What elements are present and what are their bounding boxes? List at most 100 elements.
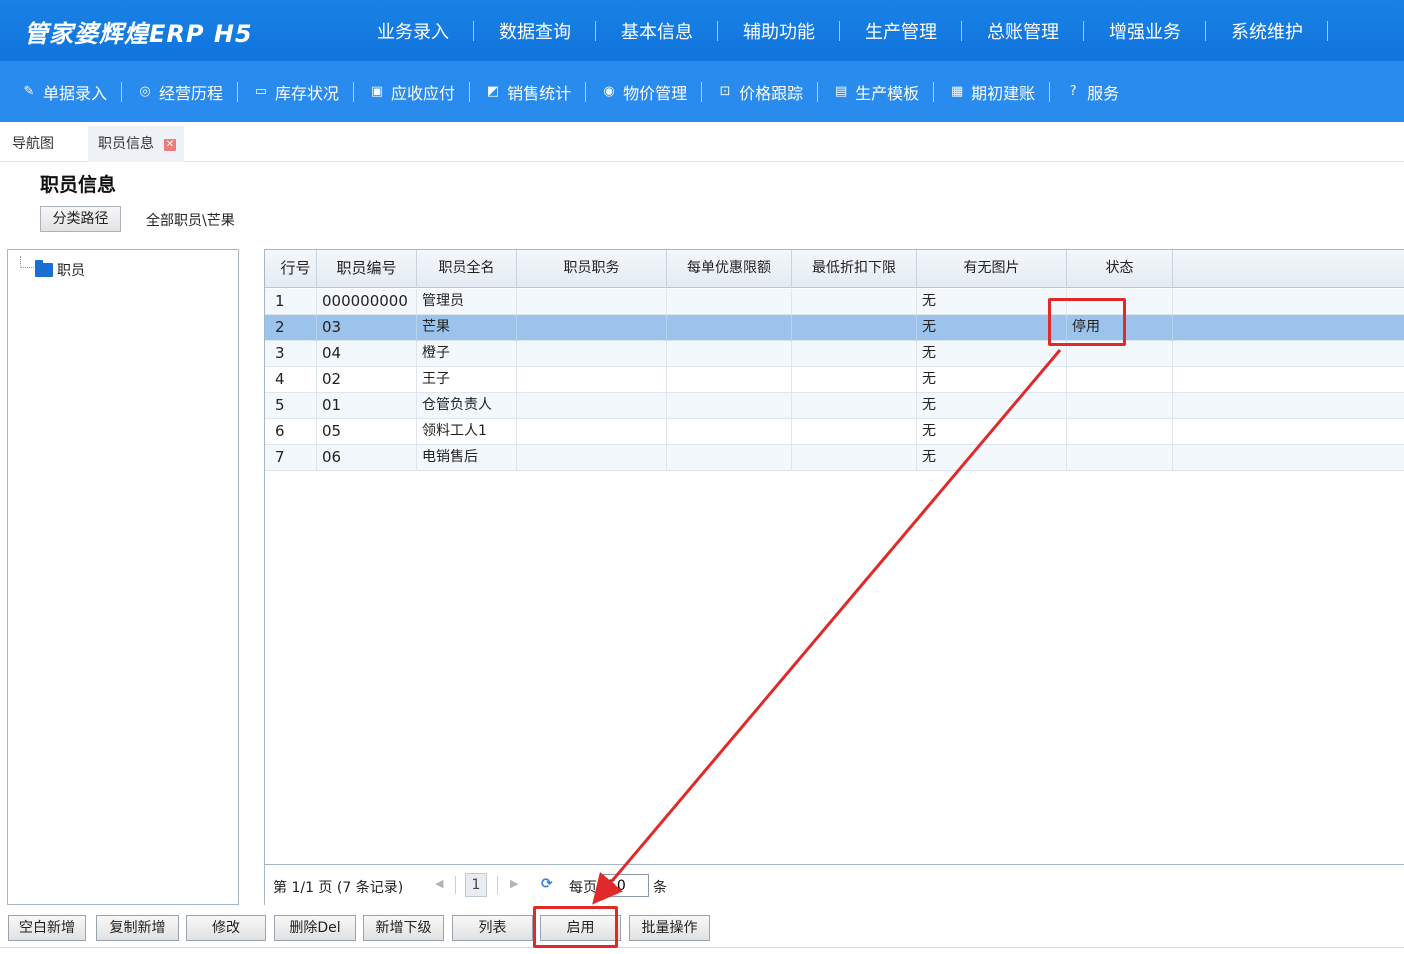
tab-strip: 导航图 职员信息 ✕ (0, 122, 1404, 162)
cell-row-number: 4 (265, 367, 317, 393)
cell-status (1067, 393, 1173, 419)
staff-table: 行号 职员编号 职员全名 职员职务 每单优惠限额 最低折扣下限 有无图片 状态 … (264, 249, 1404, 906)
check-circle-icon: ◎ (139, 84, 151, 99)
folder-icon (35, 260, 53, 277)
add-child-button[interactable]: 新增下级 (363, 915, 444, 941)
bottom-divider (0, 947, 1404, 948)
sub-menu-item-price-management[interactable]: ◉ 物价管理 (586, 80, 703, 104)
cell-full-name: 电销售后 (417, 445, 517, 471)
page-number[interactable]: 1 (465, 873, 487, 897)
category-tree: 职员 (7, 249, 239, 905)
per-page-unit: 条 (653, 880, 667, 896)
cell-status (1067, 445, 1173, 471)
sub-menu-item-sales-stats[interactable]: ◩ 销售统计 (470, 80, 587, 104)
sub-menu-item-business-history[interactable]: ◎ 经营历程 (122, 80, 239, 104)
column-header-has-picture[interactable]: 有无图片 (917, 250, 1067, 288)
cell-staff-code: 04 (317, 341, 417, 367)
copy-new-button[interactable]: 复制新增 (96, 915, 179, 941)
table-row[interactable]: 3 04 橙子 无 (265, 341, 1404, 367)
sub-menu-label: 期初建账 (971, 83, 1036, 103)
cell-row-number: 7 (265, 445, 317, 471)
main-menu-item-production[interactable]: 生产管理 (840, 18, 962, 44)
cell-position (517, 341, 667, 367)
cell-has-picture: 无 (917, 289, 1067, 315)
table-row[interactable]: 1 000000000 管理员 无 (265, 289, 1404, 315)
cell-full-name: 领料工人1 (417, 419, 517, 445)
cell-full-name: 橙子 (417, 341, 517, 367)
enable-button[interactable]: 启用 (540, 915, 621, 941)
blank-new-button[interactable]: 空白新增 (8, 915, 86, 941)
cell-row-number: 5 (265, 393, 317, 419)
column-header-position[interactable]: 职员职务 (517, 250, 667, 288)
table-row[interactable]: 7 06 电销售后 无 (265, 445, 1404, 471)
cell-min-discount (792, 419, 917, 445)
sub-menu-label: 应收应付 (391, 83, 456, 103)
pager-divider (497, 876, 498, 894)
main-menu-item-assist[interactable]: 辅助功能 (718, 18, 840, 44)
cell-staff-code: 05 (317, 419, 417, 445)
column-header-full-name[interactable]: 职员全名 (417, 250, 517, 288)
receivable-icon: ▣ (370, 84, 384, 99)
main-menu-item-enhanced[interactable]: 增强业务 (1084, 18, 1206, 44)
cell-status: 停用 (1067, 315, 1173, 341)
table-row[interactable]: 5 01 仓管负责人 无 (265, 393, 1404, 419)
tree-node-staff[interactable]: 职员 (35, 260, 85, 280)
sub-menu-item-opening-account[interactable]: ▦ 期初建账 (934, 80, 1051, 104)
cell-has-picture: 无 (917, 393, 1067, 419)
table-row[interactable]: 6 05 领料工人1 无 (265, 419, 1404, 445)
delete-button[interactable]: 删除Del (274, 915, 356, 941)
edit-button[interactable]: 修改 (186, 915, 266, 941)
cell-staff-code: 06 (317, 445, 417, 471)
main-menu-item-ledger[interactable]: 总账管理 (962, 18, 1084, 44)
sub-menu-item-document-entry[interactable]: ✎ 单据录入 (6, 80, 123, 104)
main-menu-item-entry[interactable]: 业务录入 (352, 18, 474, 44)
cell-min-discount (792, 367, 917, 393)
tree-connector (20, 256, 34, 268)
table-row[interactable]: 4 02 王子 无 (265, 367, 1404, 393)
tracking-icon: ⊡ (719, 84, 731, 99)
sub-menu-item-service[interactable]: ? 服务 (1050, 80, 1134, 104)
cell-position (517, 445, 667, 471)
category-path-button[interactable]: 分类路径 (40, 206, 121, 232)
sub-menu-label: 物价管理 (623, 83, 688, 103)
cell-min-discount (792, 445, 917, 471)
cell-discount-limit (667, 289, 792, 315)
sub-menu-label: 库存状况 (275, 83, 340, 103)
sub-menu-item-stock-status[interactable]: ▭ 库存状况 (238, 80, 355, 104)
table-row-selected[interactable]: 2 03 芒果 无 停用 (265, 315, 1404, 341)
column-header-min-discount[interactable]: 最低折扣下限 (792, 250, 917, 288)
column-header-row-number[interactable]: 行号 (265, 250, 317, 288)
cell-min-discount (792, 341, 917, 367)
tab-navigation[interactable]: 导航图 (2, 126, 64, 162)
cell-position (517, 367, 667, 393)
next-page-icon[interactable]: ▶ (510, 877, 518, 890)
refresh-icon[interactable]: ⟳ (541, 876, 553, 892)
main-menu-item-system[interactable]: 系统维护 (1206, 18, 1328, 44)
batch-operation-button[interactable]: 批量操作 (629, 915, 710, 941)
cell-has-picture: 无 (917, 367, 1067, 393)
cell-discount-limit (667, 445, 792, 471)
page-summary: 第 1/1 页 (7 条记录) (273, 880, 404, 896)
prev-page-icon[interactable]: ◀ (435, 877, 443, 890)
cell-row-number: 6 (265, 419, 317, 445)
cell-full-name: 芒果 (417, 315, 517, 341)
main-menu-item-query[interactable]: 数据查询 (474, 18, 596, 44)
per-page-input[interactable] (601, 874, 649, 897)
column-header-status[interactable]: 状态 (1067, 250, 1173, 288)
tab-staff-info[interactable]: 职员信息 ✕ (88, 126, 184, 162)
cell-staff-code: 000000000 (317, 289, 417, 315)
close-icon[interactable]: ✕ (164, 139, 176, 151)
price-icon: ◉ (603, 84, 615, 99)
cell-has-picture: 无 (917, 445, 1067, 471)
column-header-staff-code[interactable]: 职员编号 (317, 250, 417, 288)
app-logo: 管家婆辉煌ERP H5 (24, 20, 253, 48)
list-button[interactable]: 列表 (452, 915, 533, 941)
cell-status (1067, 289, 1173, 315)
sub-menu-item-production-template[interactable]: ▤ 生产模板 (818, 80, 935, 104)
column-header-discount-limit[interactable]: 每单优惠限额 (667, 250, 792, 288)
sub-menu-item-price-tracking[interactable]: ⊡ 价格跟踪 (702, 80, 819, 104)
edit-icon: ✎ (23, 84, 35, 99)
tab-label: 职员信息 (98, 136, 154, 152)
main-menu-item-basic-info[interactable]: 基本信息 (596, 18, 718, 44)
sub-menu-item-receivables[interactable]: ▣ 应收应付 (354, 80, 471, 104)
